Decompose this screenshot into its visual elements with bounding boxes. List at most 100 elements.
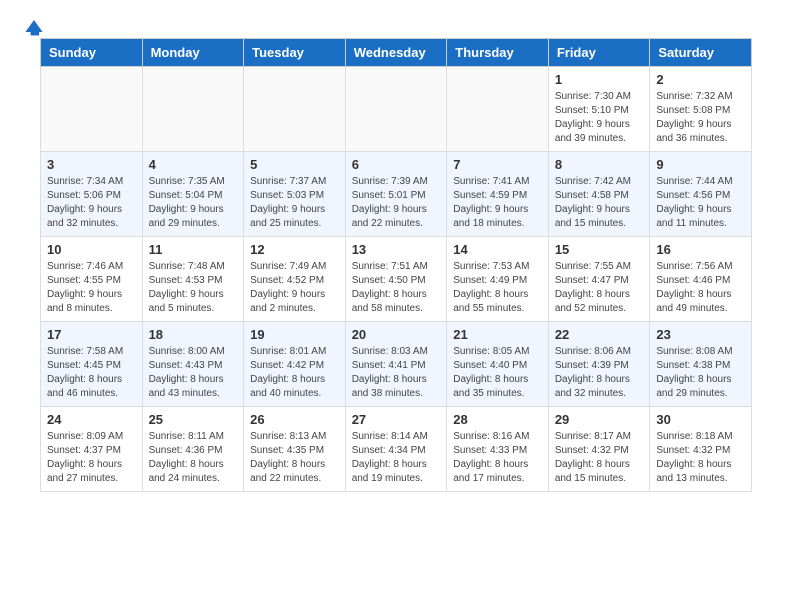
calendar-day-header: Monday <box>142 39 244 67</box>
day-number: 17 <box>47 327 136 342</box>
day-info: Sunrise: 8:16 AMSunset: 4:33 PMDaylight:… <box>453 430 542 486</box>
calendar-week-row: 24 Sunrise: 8:09 AMSunset: 4:37 PMDayligh… <box>41 407 752 492</box>
day-number: 2 <box>656 72 745 87</box>
day-info: Sunrise: 7:53 AMSunset: 4:49 PMDaylight:… <box>453 260 542 316</box>
day-info: Sunrise: 8:00 AMSunset: 4:43 PMDaylight:… <box>149 345 238 401</box>
day-info: Sunrise: 8:01 AMSunset: 4:42 PMDaylight:… <box>250 345 339 401</box>
day-info: Sunrise: 7:58 AMSunset: 4:45 PMDaylight:… <box>47 345 136 401</box>
logo-icon <box>22 16 46 36</box>
calendar-day-header: Friday <box>548 39 650 67</box>
calendar-cell: 17 Sunrise: 7:58 AMSunset: 4:45 PMDayligh… <box>41 322 143 407</box>
calendar-cell: 10 Sunrise: 7:46 AMSunset: 4:55 PMDayligh… <box>41 237 143 322</box>
calendar-cell: 28 Sunrise: 8:16 AMSunset: 4:33 PMDayligh… <box>447 407 549 492</box>
day-info: Sunrise: 7:48 AMSunset: 4:53 PMDaylight:… <box>149 260 238 316</box>
calendar-table: SundayMondayTuesdayWednesdayThursdayFrid… <box>40 38 752 492</box>
calendar-cell: 1 Sunrise: 7:30 AMSunset: 5:10 PMDaylight… <box>548 67 650 152</box>
calendar-cell: 3 Sunrise: 7:34 AMSunset: 5:06 PMDaylight… <box>41 152 143 237</box>
day-info: Sunrise: 8:17 AMSunset: 4:32 PMDaylight:… <box>555 430 644 486</box>
day-info: Sunrise: 8:03 AMSunset: 4:41 PMDaylight:… <box>352 345 441 401</box>
day-info: Sunrise: 8:09 AMSunset: 4:37 PMDaylight:… <box>47 430 136 486</box>
day-number: 28 <box>453 412 542 427</box>
day-info: Sunrise: 8:08 AMSunset: 4:38 PMDaylight:… <box>656 345 745 401</box>
day-info: Sunrise: 7:51 AMSunset: 4:50 PMDaylight:… <box>352 260 441 316</box>
day-info: Sunrise: 7:46 AMSunset: 4:55 PMDaylight:… <box>47 260 136 316</box>
day-number: 10 <box>47 242 136 257</box>
calendar-cell: 14Sunrise: 7:53 AMSunset: 4:49 PMDayligh… <box>447 237 549 322</box>
day-info: Sunrise: 7:55 AMSunset: 4:47 PMDaylight:… <box>555 260 644 316</box>
day-number: 25 <box>149 412 238 427</box>
calendar-cell: 15 Sunrise: 7:55 AMSunset: 4:47 PMDayligh… <box>548 237 650 322</box>
calendar-cell: 4 Sunrise: 7:35 AMSunset: 5:04 PMDaylight… <box>142 152 244 237</box>
calendar-cell: 19 Sunrise: 8:01 AMSunset: 4:42 PMDayligh… <box>244 322 346 407</box>
calendar-week-row: 17 Sunrise: 7:58 AMSunset: 4:45 PMDayligh… <box>41 322 752 407</box>
calendar-day-header: Saturday <box>650 39 752 67</box>
calendar-cell: 12 Sunrise: 7:49 AMSunset: 4:52 PMDayligh… <box>244 237 346 322</box>
day-number: 23 <box>656 327 745 342</box>
day-number: 4 <box>149 157 238 172</box>
calendar-cell: 29 Sunrise: 8:17 AMSunset: 4:32 PMDayligh… <box>548 407 650 492</box>
calendar-cell: 26Sunrise: 8:13 AMSunset: 4:35 PMDayligh… <box>244 407 346 492</box>
day-info: Sunrise: 8:06 AMSunset: 4:39 PMDaylight:… <box>555 345 644 401</box>
day-info: Sunrise: 7:32 AMSunset: 5:08 PMDaylight:… <box>656 90 745 146</box>
calendar-cell: 8 Sunrise: 7:42 AMSunset: 4:58 PMDaylight… <box>548 152 650 237</box>
calendar-cell: 11Sunrise: 7:48 AMSunset: 4:53 PMDayligh… <box>142 237 244 322</box>
calendar-cell: 25 Sunrise: 8:11 AMSunset: 4:36 PMDayligh… <box>142 407 244 492</box>
day-info: Sunrise: 7:44 AMSunset: 4:56 PMDaylight:… <box>656 175 745 231</box>
calendar-day-header: Tuesday <box>244 39 346 67</box>
day-number: 29 <box>555 412 644 427</box>
day-info: Sunrise: 8:18 AMSunset: 4:32 PMDaylight:… <box>656 430 745 486</box>
day-info: Sunrise: 8:14 AMSunset: 4:34 PMDaylight:… <box>352 430 441 486</box>
day-info: Sunrise: 7:42 AMSunset: 4:58 PMDaylight:… <box>555 175 644 231</box>
day-number: 20 <box>352 327 441 342</box>
calendar-wrapper: SundayMondayTuesdayWednesdayThursdayFrid… <box>0 38 792 508</box>
day-info: Sunrise: 8:11 AMSunset: 4:36 PMDaylight:… <box>149 430 238 486</box>
day-number: 3 <box>47 157 136 172</box>
calendar-cell: 24 Sunrise: 8:09 AMSunset: 4:37 PMDayligh… <box>41 407 143 492</box>
day-number: 30 <box>656 412 745 427</box>
logo <box>20 16 46 30</box>
day-info: Sunrise: 7:30 AMSunset: 5:10 PMDaylight:… <box>555 90 644 146</box>
day-info: Sunrise: 7:39 AMSunset: 5:01 PMDaylight:… <box>352 175 441 231</box>
day-info: Sunrise: 8:05 AMSunset: 4:40 PMDaylight:… <box>453 345 542 401</box>
calendar-day-header: Thursday <box>447 39 549 67</box>
calendar-cell <box>41 67 143 152</box>
day-number: 5 <box>250 157 339 172</box>
calendar-week-row: 3 Sunrise: 7:34 AMSunset: 5:06 PMDaylight… <box>41 152 752 237</box>
calendar-cell: 9 Sunrise: 7:44 AMSunset: 4:56 PMDaylight… <box>650 152 752 237</box>
day-info: Sunrise: 7:35 AMSunset: 5:04 PMDaylight:… <box>149 175 238 231</box>
day-number: 18 <box>149 327 238 342</box>
calendar-cell: 27Sunrise: 8:14 AMSunset: 4:34 PMDayligh… <box>345 407 447 492</box>
calendar-header-row: SundayMondayTuesdayWednesdayThursdayFrid… <box>41 39 752 67</box>
day-info: Sunrise: 7:49 AMSunset: 4:52 PMDaylight:… <box>250 260 339 316</box>
day-number: 24 <box>47 412 136 427</box>
day-number: 7 <box>453 157 542 172</box>
calendar-cell <box>345 67 447 152</box>
day-number: 22 <box>555 327 644 342</box>
day-number: 16 <box>656 242 745 257</box>
calendar-cell: 2 Sunrise: 7:32 AMSunset: 5:08 PMDaylight… <box>650 67 752 152</box>
calendar-cell: 18 Sunrise: 8:00 AMSunset: 4:43 PMDayligh… <box>142 322 244 407</box>
calendar-day-header: Wednesday <box>345 39 447 67</box>
calendar-cell <box>244 67 346 152</box>
day-number: 8 <box>555 157 644 172</box>
calendar-cell: 23 Sunrise: 8:08 AMSunset: 4:38 PMDayligh… <box>650 322 752 407</box>
calendar-week-row: 10 Sunrise: 7:46 AMSunset: 4:55 PMDayligh… <box>41 237 752 322</box>
calendar-cell: 7Sunrise: 7:41 AMSunset: 4:59 PMDaylight… <box>447 152 549 237</box>
day-info: Sunrise: 8:13 AMSunset: 4:35 PMDaylight:… <box>250 430 339 486</box>
header <box>0 0 792 38</box>
day-number: 21 <box>453 327 542 342</box>
day-number: 12 <box>250 242 339 257</box>
day-info: Sunrise: 7:34 AMSunset: 5:06 PMDaylight:… <box>47 175 136 231</box>
calendar-week-row: 1 Sunrise: 7:30 AMSunset: 5:10 PMDaylight… <box>41 67 752 152</box>
calendar-cell: 20 Sunrise: 8:03 AMSunset: 4:41 PMDayligh… <box>345 322 447 407</box>
day-number: 1 <box>555 72 644 87</box>
day-number: 19 <box>250 327 339 342</box>
day-number: 9 <box>656 157 745 172</box>
day-info: Sunrise: 7:37 AMSunset: 5:03 PMDaylight:… <box>250 175 339 231</box>
calendar-cell: 16Sunrise: 7:56 AMSunset: 4:46 PMDayligh… <box>650 237 752 322</box>
calendar-day-header: Sunday <box>41 39 143 67</box>
day-number: 15 <box>555 242 644 257</box>
calendar-cell: 13 Sunrise: 7:51 AMSunset: 4:50 PMDayligh… <box>345 237 447 322</box>
calendar-cell: 5 Sunrise: 7:37 AMSunset: 5:03 PMDaylight… <box>244 152 346 237</box>
day-number: 13 <box>352 242 441 257</box>
